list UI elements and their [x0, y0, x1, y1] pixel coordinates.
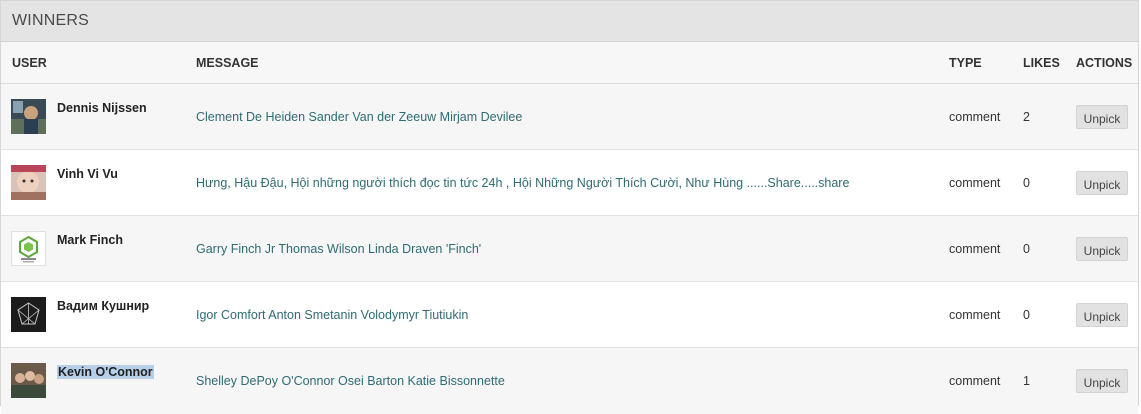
- table-row: Kevin O'Connor Shelley DePoy O'Connor Os…: [1, 348, 1138, 414]
- avatar[interactable]: [11, 99, 46, 134]
- user-name[interactable]: Вадим Кушнир: [57, 299, 149, 313]
- type-text: comment: [949, 374, 1001, 388]
- type-text: comment: [949, 242, 1001, 256]
- likes-count: 1: [1023, 374, 1030, 388]
- panel-title: WINNERS: [1, 1, 1138, 42]
- unpick-button[interactable]: Unpick: [1076, 237, 1128, 261]
- table-row: Vinh Vi Vu Hưng, Hậu Đậu, Hội những ngườ…: [1, 150, 1138, 216]
- table-row: Dennis Nijssen Clement De Heiden Sander …: [1, 84, 1138, 150]
- avatar[interactable]: [11, 363, 46, 398]
- message-text[interactable]: Hưng, Hậu Đậu, Hội những người thích đọc…: [196, 176, 849, 190]
- unpick-button[interactable]: Unpick: [1076, 171, 1128, 195]
- likes-count: 0: [1023, 308, 1030, 322]
- table-header: USER MESSAGE TYPE LIKES ACTIONS: [1, 42, 1138, 84]
- column-header-type: TYPE: [949, 56, 982, 70]
- likes-count: 0: [1023, 176, 1030, 190]
- avatar[interactable]: [11, 231, 46, 266]
- unpick-button[interactable]: Unpick: [1076, 303, 1128, 327]
- type-text: comment: [949, 110, 1001, 124]
- user-name[interactable]: Kevin O'Connor: [57, 365, 154, 379]
- message-text[interactable]: Garry Finch Jr Thomas Wilson Linda Drave…: [196, 242, 481, 256]
- message-text[interactable]: Shelley DePoy O'Connor Osei Barton Katie…: [196, 374, 505, 388]
- message-text[interactable]: Clement De Heiden Sander Van der Zeeuw M…: [196, 110, 522, 124]
- column-header-likes: LIKES: [1023, 56, 1060, 70]
- column-header-user: USER: [12, 56, 47, 70]
- winners-panel: WINNERS USER MESSAGE TYPE LIKES ACTIONS …: [0, 0, 1139, 414]
- user-name[interactable]: Dennis Nijssen: [57, 101, 147, 115]
- column-header-actions: ACTIONS: [1076, 56, 1133, 70]
- user-name[interactable]: Mark Finch: [57, 233, 123, 247]
- unpick-button[interactable]: Unpick: [1076, 369, 1128, 393]
- unpick-button[interactable]: Unpick: [1076, 105, 1128, 129]
- message-text[interactable]: Igor Comfort Anton Smetanin Volodymyr Ti…: [196, 308, 468, 322]
- avatar[interactable]: [11, 165, 46, 200]
- column-header-message: MESSAGE: [196, 56, 259, 70]
- type-text: comment: [949, 176, 1001, 190]
- likes-count: 2: [1023, 110, 1030, 124]
- type-text: comment: [949, 308, 1001, 322]
- likes-count: 0: [1023, 242, 1030, 256]
- avatar[interactable]: [11, 297, 46, 332]
- table-row: Mark Finch Garry Finch Jr Thomas Wilson …: [1, 216, 1138, 282]
- table-row: Вадим Кушнир Igor Comfort Anton Smetanin…: [1, 282, 1138, 348]
- user-name[interactable]: Vinh Vi Vu: [57, 167, 118, 181]
